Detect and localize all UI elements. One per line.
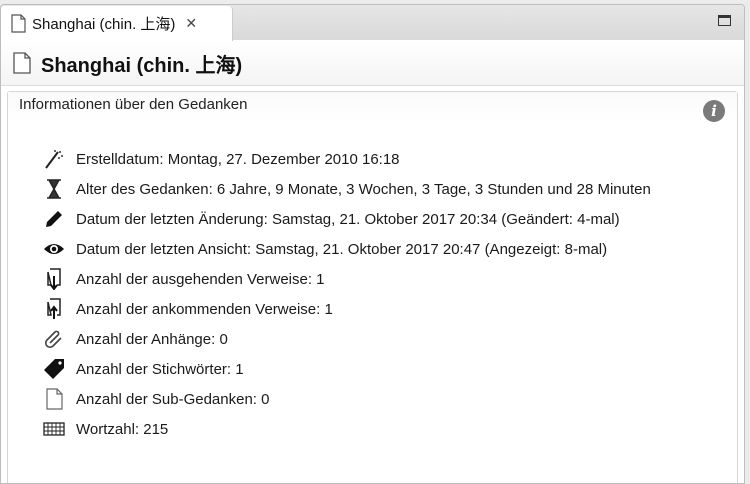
document-icon xyxy=(11,14,26,33)
info-row-viewed: Datum der letzten Ansicht: Samstag, 21. … xyxy=(42,234,651,264)
editor-window: Shanghai (chin. 上海) ✕ Shanghai (chin. 上海… xyxy=(0,4,745,484)
close-tab-icon[interactable]: ✕ xyxy=(185,15,197,32)
document-icon xyxy=(13,52,31,74)
tab-bar: Shanghai (chin. 上海) ✕ xyxy=(1,5,744,41)
eye-icon xyxy=(42,237,66,261)
document-icon xyxy=(42,387,66,411)
info-list: Erstelldatum: Montag, 27. Dezember 2010 … xyxy=(42,144,651,444)
info-row-created: Erstelldatum: Montag, 27. Dezember 2010 … xyxy=(42,144,651,174)
keyboard-icon xyxy=(42,417,66,441)
paperclip-icon xyxy=(42,327,66,351)
info-row-attachments: Anzahl der Anhänge: 0 xyxy=(42,324,651,354)
info-row-wordcount: Wortzahl: 215 xyxy=(42,414,651,444)
tab-shanghai[interactable]: Shanghai (chin. 上海) ✕ xyxy=(1,6,233,41)
info-row-tags: Anzahl der Stichwörter: 1 xyxy=(42,354,651,384)
info-row-outgoing: Anzahl der ausgehenden Verweise: 1 xyxy=(42,264,651,294)
pencil-icon xyxy=(42,207,66,231)
hourglass-icon xyxy=(42,177,66,201)
info-row-subthoughts: Anzahl der Sub-Gedanken: 0 xyxy=(42,384,651,414)
page-header: Shanghai (chin. 上海) xyxy=(1,41,744,86)
tab-title: Shanghai (chin. 上海) xyxy=(32,16,176,33)
info-icon[interactable]: i xyxy=(703,100,725,122)
page-title: Shanghai (chin. 上海) xyxy=(41,54,243,77)
info-row-incoming: Anzahl der ankommenden Verweise: 1 xyxy=(42,294,651,324)
magic-wand-icon xyxy=(42,147,66,171)
outgoing-link-icon xyxy=(42,267,66,291)
tag-icon xyxy=(42,357,66,381)
section-title[interactable]: Informationen über den Gedanken xyxy=(8,92,737,122)
info-row-modified: Datum der letzten Änderung: Samstag, 21.… xyxy=(42,204,651,234)
info-row-age: Alter des Gedanken: 6 Jahre, 9 Monate, 3… xyxy=(42,174,651,204)
incoming-link-icon xyxy=(42,297,66,321)
maximize-icon[interactable] xyxy=(718,15,731,26)
info-section: Informationen über den Gedanken i Erstel… xyxy=(7,91,738,483)
